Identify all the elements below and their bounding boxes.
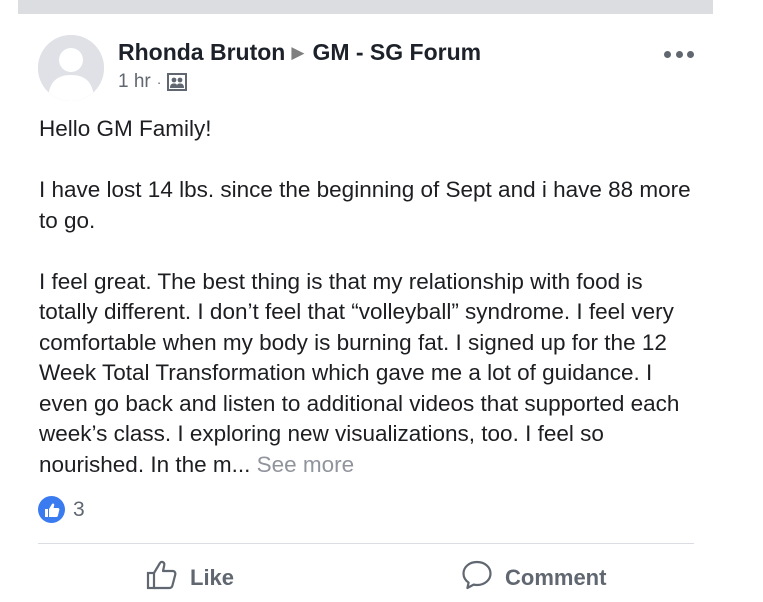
post-meta: 1 hr · [118, 70, 188, 94]
post-paragraph-text: I feel great. The best thing is that my … [39, 268, 680, 477]
group-privacy-icon[interactable] [167, 73, 188, 91]
timestamp[interactable]: 1 hr [118, 70, 151, 94]
top-divider-bar [18, 0, 713, 14]
reaction-count: 3 [73, 497, 85, 521]
post-paragraph: I feel great. The best thing is that my … [39, 267, 704, 481]
more-options-icon[interactable] [664, 44, 694, 64]
group-name[interactable]: GM - SG Forum [312, 39, 481, 65]
see-more-link[interactable]: See more [257, 452, 355, 477]
default-avatar-icon [38, 35, 104, 101]
reactions-summary[interactable]: 3 [38, 496, 85, 523]
avatar[interactable] [38, 35, 104, 101]
comment-button[interactable]: Comment [461, 560, 606, 596]
meta-separator: · [156, 74, 162, 90]
post-paragraph: I have lost 14 lbs. since the beginning … [39, 177, 691, 233]
author-name[interactable]: Rhonda Bruton [118, 39, 285, 65]
comment-bubble-icon [461, 559, 493, 597]
post-text: Hello GM Family! I have lost 14 lbs. sin… [39, 114, 704, 480]
action-divider [38, 543, 694, 544]
like-button[interactable]: Like [146, 560, 234, 596]
thumbs-up-icon [146, 559, 178, 597]
post-card: Rhonda Bruton ▶ GM - SG Forum 1 hr · Hello… [0, 0, 763, 602]
post-header: Rhonda Bruton ▶ GM - SG Forum [118, 37, 481, 68]
arrow-icon: ▶ [291, 43, 305, 62]
thumbs-up-icon [38, 496, 65, 523]
post-paragraph: Hello GM Family! [39, 116, 212, 141]
like-label: Like [190, 565, 235, 590]
comment-label: Comment [505, 565, 607, 590]
